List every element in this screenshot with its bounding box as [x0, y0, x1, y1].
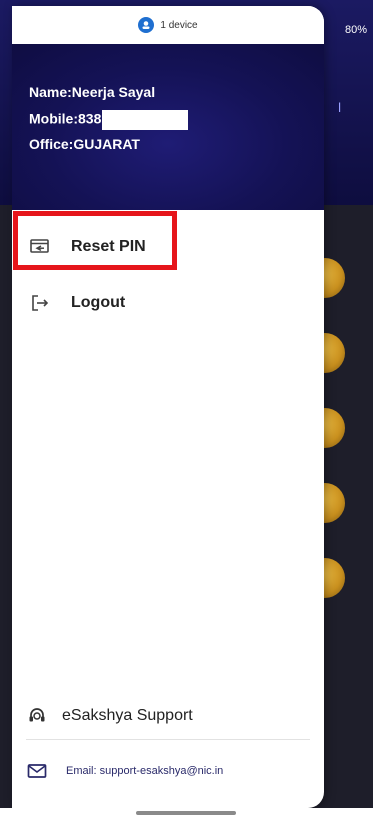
footer-divider: [26, 739, 310, 740]
office-label: Office:: [29, 136, 74, 152]
device-indicator: 1 device: [138, 17, 198, 33]
user-profile-header: Name:Neerja Sayal Mobile:838 Office:GUJA…: [12, 44, 324, 210]
menu-item-label: Reset PIN: [71, 238, 146, 255]
mobile-label: Mobile:: [29, 110, 78, 127]
home-indicator[interactable]: [136, 811, 236, 815]
support-label: eSakshya Support: [62, 707, 193, 724]
support-agent-icon: [26, 705, 48, 727]
menu-item-logout[interactable]: Logout: [12, 278, 324, 328]
user-mobile: 838: [78, 110, 102, 127]
battery-percentage: 80%: [344, 24, 367, 36]
user-name-line: Name:Neerja Sayal: [29, 84, 155, 100]
status-bar: 1 device: [12, 6, 324, 44]
name-label: Name:: [29, 84, 72, 100]
redacted-mobile-block: [102, 110, 189, 130]
menu-item-label: Logout: [71, 294, 126, 311]
user-name: Neerja Sayal: [71, 84, 156, 100]
device-count-text: 1 device: [160, 19, 198, 31]
user-mobile-line: Mobile:838: [29, 110, 189, 130]
navigation-drawer: 1 device Name:Neerja Sayal Mobile:838 Of…: [12, 6, 324, 808]
background-partial-text: l: [338, 100, 341, 115]
user-office: GUJARAT: [73, 136, 140, 152]
support-item[interactable]: eSakshya Support: [12, 696, 324, 736]
menu-item-reset-pin[interactable]: Reset PIN: [12, 222, 324, 272]
mail-icon: [26, 760, 48, 782]
reset-pin-icon: [29, 236, 51, 258]
logout-icon: [29, 292, 51, 314]
support-email-text: Email: support-esakshya@nic.in: [66, 765, 224, 777]
support-email-item[interactable]: Email: support-esakshya@nic.in: [12, 754, 324, 788]
device-icon: [138, 17, 155, 33]
user-office-line: Office:GUJARAT: [29, 136, 140, 152]
